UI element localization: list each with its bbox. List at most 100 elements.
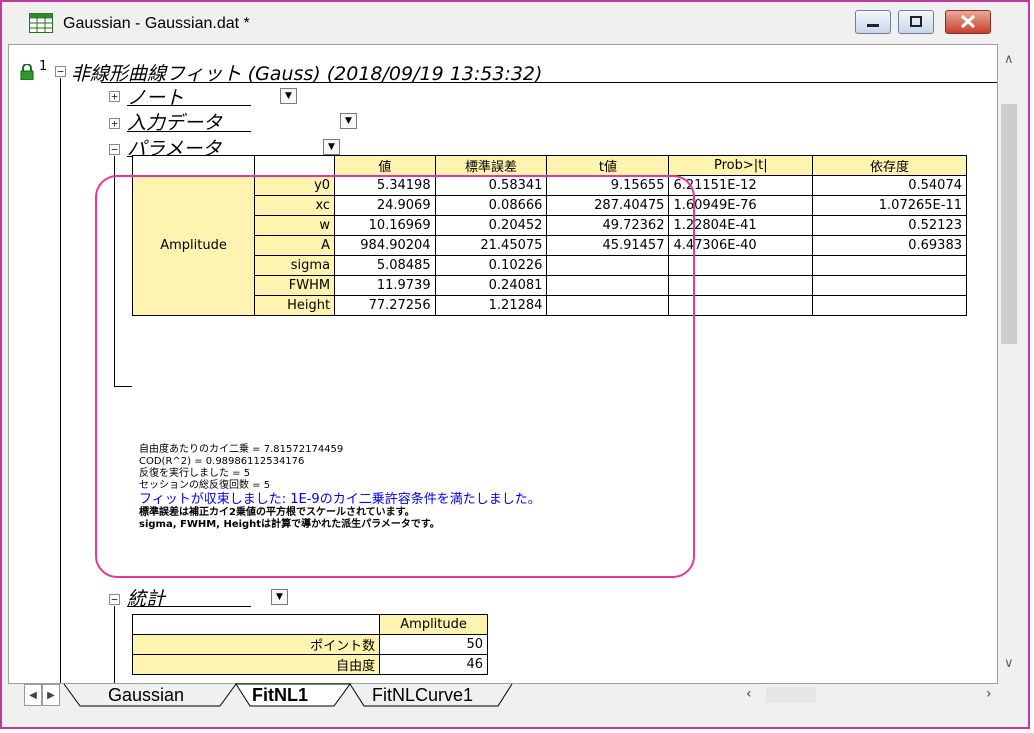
table-cell[interactable]: 0.54074 [812, 175, 967, 196]
prev-sheet-icon[interactable]: ◀ [24, 684, 42, 706]
table-cell[interactable]: 24.9069 [334, 195, 436, 216]
table-row: xc 24.9069 0.08666 287.40475 1.60949E-76… [133, 195, 967, 216]
row-header[interactable]: y0 [254, 175, 336, 196]
table-cell[interactable]: 50 [379, 634, 488, 655]
scroll-up-icon[interactable]: ∧ [1004, 52, 1014, 67]
table-cell[interactable] [546, 255, 670, 276]
row-header[interactable]: xc [254, 195, 336, 216]
vertical-scrollbar[interactable]: ∧ ∨ [998, 44, 1020, 684]
std-error-note: 標準誤差は補正カイ2乗値の平方根でスケールされています。 [139, 507, 415, 518]
row-header[interactable]: sigma [254, 255, 336, 276]
table-cell[interactable]: 21.45075 [434, 235, 548, 256]
parameters-dropdown-button[interactable]: ▼ [323, 139, 340, 155]
iterations-note: 反復を実行しました = 5 [139, 468, 251, 479]
column-header[interactable]: Prob>|t| [668, 155, 814, 176]
table-cell[interactable]: 1.07265E-11 [812, 195, 967, 216]
row-header[interactable]: w [254, 215, 336, 236]
table-row: Amplitude y0 5.34198 0.58341 9.15655 6.2… [131, 175, 967, 316]
title-bar[interactable]: Gaussian - Gaussian.dat * [2, 2, 1028, 46]
close-icon [960, 14, 976, 29]
input-data-dropdown-button[interactable]: ▼ [340, 113, 357, 129]
column-header[interactable]: Amplitude [379, 614, 488, 635]
sheet-tab-bar: ◀ ▶ Gaussian FitNL1 FitNLCurve1 ‹ › [8, 682, 1020, 720]
row-header[interactable]: FWHM [254, 275, 336, 296]
table-cell[interactable]: 984.90204 [334, 235, 436, 256]
table-cell[interactable] [668, 275, 814, 296]
scroll-right-icon[interactable]: › [986, 686, 992, 702]
table-cell[interactable]: 6.21151E-12 [668, 175, 814, 196]
table-cell[interactable] [812, 255, 967, 276]
row-header[interactable]: A [254, 235, 336, 256]
table-cell[interactable] [812, 295, 967, 316]
scroll-left-icon[interactable]: ‹ [746, 686, 752, 702]
scroll-down-icon[interactable]: ∨ [1004, 656, 1014, 671]
table-cell[interactable]: 0.08666 [434, 195, 548, 216]
table-cell[interactable]: 5.34198 [334, 175, 436, 196]
convergence-note: フィットが収束しました: 1E-9のカイ二乗許容条件を満たしました。 [139, 492, 541, 507]
worksheet-icon [29, 13, 53, 33]
expand-toggle-input-data[interactable]: + [109, 118, 120, 129]
table-cell[interactable] [668, 295, 814, 316]
window-title: Gaussian - Gaussian.dat * [63, 15, 250, 32]
table-cell[interactable]: 9.15655 [546, 175, 670, 196]
maximize-button[interactable] [898, 10, 934, 34]
table-cell[interactable] [812, 275, 967, 296]
table-cell[interactable]: 77.27256 [334, 295, 436, 316]
table-row: w 10.16969 0.20452 49.72362 1.22804E-41 … [133, 215, 967, 236]
group-label[interactable]: Amplitude [131, 175, 256, 316]
row-header[interactable]: Height [254, 295, 336, 316]
table-cell[interactable]: 0.52123 [812, 215, 967, 236]
expand-toggle-notes[interactable]: + [109, 91, 120, 102]
tab-gaussian[interactable]: Gaussian [108, 682, 184, 708]
minimize-button[interactable] [855, 10, 891, 34]
table-cell[interactable]: 0.10226 [434, 255, 548, 276]
table-header-row: Amplitude [131, 614, 488, 635]
table-cell[interactable]: 5.08485 [334, 255, 436, 276]
table-row: ポイント数 50 [131, 634, 488, 655]
column-header[interactable]: 値 [334, 155, 436, 176]
column-header[interactable]: t値 [546, 155, 670, 176]
row-header[interactable]: ポイント数 [131, 634, 381, 655]
next-sheet-icon[interactable]: ▶ [42, 684, 60, 706]
collapse-toggle-parameters[interactable]: − [109, 144, 120, 155]
table-cell[interactable]: 49.72362 [546, 215, 670, 236]
table-cell[interactable]: 1.22804E-41 [668, 215, 814, 236]
row-header[interactable]: 自由度 [131, 654, 381, 675]
table-cell[interactable]: 45.91457 [546, 235, 670, 256]
table-cell[interactable]: 287.40475 [546, 195, 670, 216]
column-header[interactable]: 標準誤差 [434, 155, 548, 176]
vertical-scroll-thumb[interactable] [1001, 104, 1017, 344]
close-button[interactable] [945, 10, 991, 34]
collapse-toggle-main[interactable]: − [55, 66, 66, 77]
table-cell[interactable] [546, 295, 670, 316]
statistics-table: Amplitude ポイント数 50 自由度 46 [131, 614, 488, 675]
table-cell[interactable]: 11.9739 [334, 275, 436, 296]
table-cell[interactable]: 0.24081 [434, 275, 548, 296]
notes-dropdown-button[interactable]: ▼ [280, 88, 297, 104]
table-cell[interactable] [546, 275, 670, 296]
chi-square-note: 自由度あたりのカイ二乗 = 7.81572174459 [139, 444, 344, 455]
minimize-icon [867, 24, 879, 27]
table-header-row: 値 標準誤差 t値 Prob>|t| 依存度 [131, 155, 967, 176]
statistics-dropdown-button[interactable]: ▼ [271, 589, 288, 605]
column-header[interactable]: 依存度 [812, 155, 967, 176]
table-cell[interactable]: 0.20452 [434, 215, 548, 236]
tab-fitnl1[interactable]: FitNL1 [252, 682, 308, 708]
lock-icon[interactable] [20, 64, 34, 80]
tab-fitnlcurve1[interactable]: FitNLCurve1 [372, 682, 473, 708]
table-cell[interactable]: 1.60949E-76 [668, 195, 814, 216]
table-cell[interactable]: 1.21284 [434, 295, 548, 316]
horizontal-scrollbar[interactable]: ‹ › [738, 684, 1020, 706]
table-cell[interactable]: 0.58341 [434, 175, 548, 196]
table-cell[interactable]: 10.16969 [334, 215, 436, 236]
table-row: Height 77.27256 1.21284 [133, 295, 967, 316]
collapse-toggle-statistics[interactable]: − [109, 594, 120, 605]
report-sheet[interactable]: 1 − 非線形曲線フィット (Gauss) (2018/09/19 13:53:… [8, 44, 998, 684]
horizontal-scroll-thumb[interactable] [766, 687, 816, 703]
table-row: sigma 5.08485 0.10226 [133, 255, 967, 276]
table-cell[interactable]: 4.47306E-40 [668, 235, 814, 256]
table-cell[interactable]: 46 [379, 654, 488, 675]
table-cell[interactable]: 0.69383 [812, 235, 967, 256]
table-cell[interactable] [668, 255, 814, 276]
fit-notes: 自由度あたりのカイ二乗 = 7.81572174459 COD(R^2) = 0… [139, 444, 541, 531]
